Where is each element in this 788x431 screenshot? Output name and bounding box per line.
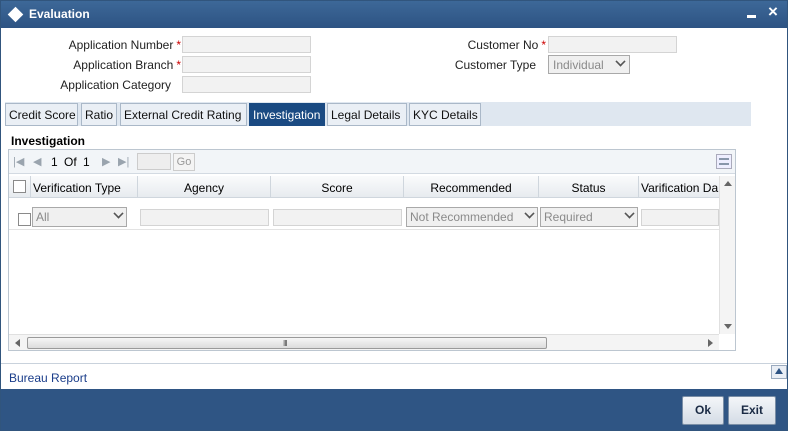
section-title: Investigation [11,134,86,148]
exit-button[interactable]: Exit [728,396,776,425]
tab-kyc-details[interactable]: KYC Details [409,103,481,126]
scroll-grip: III [283,339,288,348]
application-category-label: Application Category [60,78,171,92]
chevron-down-icon [524,208,535,219]
horizontal-scrollbar[interactable]: III [9,334,719,350]
recommended-select[interactable]: Not Recommended [406,207,538,227]
col-verification-type[interactable]: Verification Type [31,176,138,198]
recommended-value: Not Recommended [410,210,514,224]
verification-type-value: All [36,210,50,224]
total-pages: 1 [83,155,90,169]
last-page-icon[interactable]: ▶| [118,155,129,168]
list-view-icon[interactable] [716,154,732,169]
window-diamond-icon [7,6,24,23]
agency-input[interactable] [140,209,269,226]
scroll-right-icon[interactable] [708,339,713,347]
customer-type-value: Individual [553,58,604,72]
tab-investigation[interactable]: Investigation [249,103,325,126]
prev-page-icon[interactable]: ◀ [33,155,41,168]
scroll-down-icon[interactable] [724,324,732,329]
verification-type-select[interactable]: All [32,207,127,227]
col-status[interactable]: Status [539,176,639,198]
next-page-icon[interactable]: ▶ [102,155,110,168]
bottom-button-bar: Ok Exit [1,389,787,430]
required-marker: * [541,38,546,52]
close-icon[interactable]: × [765,3,781,21]
col-score[interactable]: Score [271,176,404,198]
grid-header: Verification Type Agency Score Recommend… [9,176,719,198]
scroll-left-icon[interactable] [15,339,20,347]
tab-external-credit-rating[interactable]: External Credit Rating [120,103,247,126]
evaluation-window: Evaluation × Application Number * Applica… [0,0,788,431]
first-page-icon[interactable]: |◀ [13,155,24,168]
tab-credit-score[interactable]: Credit Score [5,103,78,126]
application-category-input[interactable] [182,76,311,93]
page-number-input[interactable] [137,153,171,170]
customer-type-select[interactable]: Individual [548,55,630,74]
col-agency[interactable]: Agency [138,176,271,198]
investigation-grid: |◀ ◀ 1 Of 1 ▶ ▶| Go Verification Type Ag… [8,149,736,351]
customer-type-label: Customer Type [454,58,536,72]
status-select[interactable]: Required [540,207,638,227]
vertical-scrollbar[interactable] [719,176,735,334]
scroll-thumb[interactable]: III [27,337,547,349]
ok-button[interactable]: Ok [682,396,724,425]
chevron-down-icon [615,56,626,67]
chevron-down-icon [624,208,635,219]
pager-bar: |◀ ◀ 1 Of 1 ▶ ▶| Go [9,150,735,174]
application-number-input[interactable] [182,36,311,53]
application-branch-input[interactable] [182,56,311,73]
status-value: Required [544,210,593,224]
col-recommended[interactable]: Recommended [404,176,539,198]
score-input[interactable] [273,209,402,226]
tab-ratio[interactable]: Ratio [81,103,117,126]
collapse-up-icon[interactable] [771,365,787,379]
required-marker: * [176,38,181,52]
scroll-up-icon[interactable] [724,181,732,186]
tab-bar: Credit Score Ratio External Credit Ratin… [5,102,751,126]
table-row: All Not Recommended Required [9,204,719,230]
current-page: 1 [51,155,58,169]
required-marker: * [176,58,181,72]
application-branch-label: Application Branch * [73,58,181,72]
col-verification-date[interactable]: Varification Da [639,176,719,198]
select-all-checkbox[interactable] [13,180,26,193]
chevron-down-icon [113,208,124,219]
page-of-label: Of [64,155,77,169]
bureau-report-link[interactable]: Bureau Report [9,371,87,385]
footer-bar: Bureau Report [1,363,787,389]
tab-legal-details[interactable]: Legal Details [327,103,407,126]
row-checkbox[interactable] [18,213,31,226]
minimize-icon[interactable] [746,6,758,20]
customer-no-input[interactable] [548,36,677,53]
go-button[interactable]: Go [173,153,195,171]
verification-date-input[interactable] [641,209,719,226]
title-bar: Evaluation × [1,1,787,28]
window-title: Evaluation [29,7,90,21]
customer-no-label: Customer No * [467,38,546,52]
select-all-cell [9,176,31,198]
application-number-label: Application Number * [68,38,181,52]
